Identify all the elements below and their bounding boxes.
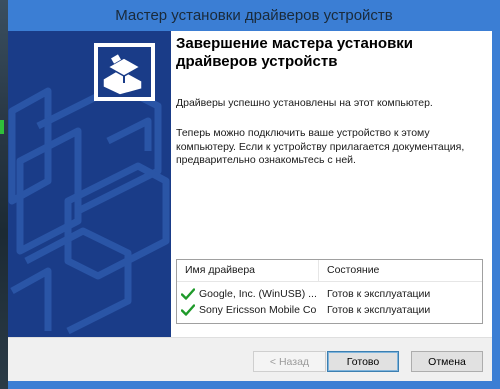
table-row[interactable]: Sony Ericsson Mobile Co... Готов к экспл… <box>177 303 482 320</box>
background-green-marker <box>0 120 4 134</box>
driver-name: Google, Inc. (WinUSB) ... <box>199 288 316 300</box>
title-bar[interactable]: Мастер установки драйверов устройств <box>8 0 500 31</box>
wizard-client-area: Завершение мастера установки драйверов у… <box>8 31 492 382</box>
instructions-line-1: Теперь можно подключить ваше устройство … <box>176 127 430 139</box>
driver-status: Готов к эксплуатации <box>327 288 431 300</box>
installer-window: Мастер установки драйверов устройств Зав… <box>0 0 500 389</box>
drivers-list-header: Имя драйвера Состояние <box>177 260 482 282</box>
driver-name: Sony Ericsson Mobile Co... <box>199 304 316 316</box>
driver-status: Готов к эксплуатации <box>327 304 431 316</box>
heading-line-2: драйверов устройств <box>176 53 338 70</box>
table-row[interactable]: Google, Inc. (WinUSB) ... Готов к эксплу… <box>177 287 482 304</box>
instructions-line-2: компьютеру. Если к устройству прилагаетс… <box>176 140 465 153</box>
wizard-content: Завершение мастера установки драйверов у… <box>171 31 492 337</box>
page-heading: Завершение мастера установки драйверов у… <box>176 35 476 71</box>
instructions-line-3: предварительно ознакомьтесь с ней. <box>176 154 356 166</box>
window-frame-bottom <box>8 381 492 389</box>
finish-button[interactable]: Готово <box>327 351 399 372</box>
wizard-button-bar: < Назад Готово Отмена <box>8 337 492 382</box>
column-header-status[interactable]: Состояние <box>327 264 379 276</box>
device-driver-icon <box>94 43 155 101</box>
wizard-side-banner <box>8 31 171 337</box>
column-header-driver-name[interactable]: Имя драйвера <box>185 264 255 276</box>
banner-artwork <box>8 31 171 337</box>
drivers-list[interactable]: Имя драйвера Состояние Google, Inc. (Win… <box>176 259 483 324</box>
background-desktop-edge <box>0 0 8 389</box>
column-separator <box>318 260 319 281</box>
window-frame-right <box>492 31 500 389</box>
instructions-text: Теперь можно подключить ваше устройство … <box>176 127 481 168</box>
back-button[interactable]: < Назад <box>253 351 326 372</box>
check-icon <box>181 304 195 316</box>
check-icon <box>181 288 195 300</box>
window-title: Мастер установки драйверов устройств <box>115 7 393 24</box>
cancel-button[interactable]: Отмена <box>411 351 483 372</box>
heading-line-1: Завершение мастера установки <box>176 35 414 52</box>
success-message: Драйверы успешно установлены на этот ком… <box>176 97 433 109</box>
